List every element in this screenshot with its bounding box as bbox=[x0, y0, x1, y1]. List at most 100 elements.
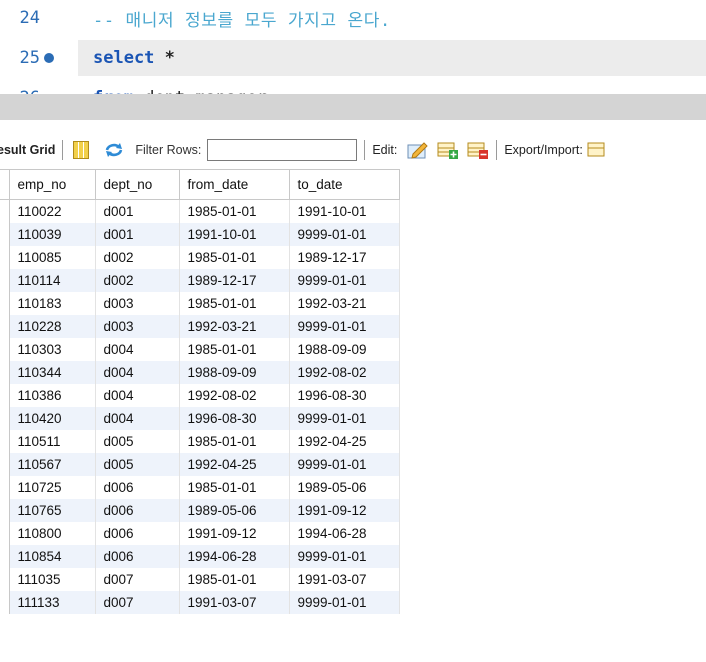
export-icon[interactable] bbox=[587, 140, 609, 160]
cell-dept-no[interactable]: d006 bbox=[95, 475, 180, 499]
cell-emp-no[interactable]: 110765 bbox=[9, 498, 96, 522]
cell-emp-no[interactable]: 110228 bbox=[9, 314, 96, 338]
cell-emp-no[interactable]: 111133 bbox=[9, 590, 96, 614]
row-selector[interactable] bbox=[0, 406, 10, 430]
table-row[interactable]: 110800 d006 1991-09-12 1994-06-28 bbox=[0, 521, 400, 545]
table-row[interactable]: 111133 d007 1991-03-07 9999-01-01 bbox=[0, 590, 400, 614]
cell-to-date[interactable]: 1991-03-07 bbox=[289, 567, 400, 591]
column-header-from-date[interactable]: from_date bbox=[178, 169, 290, 200]
cell-dept-no[interactable]: d005 bbox=[95, 452, 180, 476]
editor-line-24[interactable]: 24 -- 매니저 정보를 모두 가지고 온다. bbox=[0, 0, 706, 36]
cell-emp-no[interactable]: 110022 bbox=[9, 199, 96, 223]
table-row[interactable]: 110344 d004 1988-09-09 1992-08-02 bbox=[0, 360, 400, 384]
table-row[interactable]: 110854 d006 1994-06-28 9999-01-01 bbox=[0, 544, 400, 568]
cell-from-date[interactable]: 1985-01-01 bbox=[179, 245, 290, 269]
row-selector[interactable] bbox=[0, 383, 10, 407]
row-selector-header[interactable] bbox=[0, 169, 10, 200]
cell-to-date[interactable]: 1992-08-02 bbox=[289, 360, 400, 384]
cell-emp-no[interactable]: 110085 bbox=[9, 245, 96, 269]
row-selector[interactable] bbox=[0, 268, 10, 292]
cell-from-date[interactable]: 1991-03-07 bbox=[179, 590, 290, 614]
cell-to-date[interactable]: 9999-01-01 bbox=[289, 406, 400, 430]
cell-to-date[interactable]: 9999-01-01 bbox=[289, 452, 400, 476]
cell-emp-no[interactable]: 110386 bbox=[9, 383, 96, 407]
cell-emp-no[interactable]: 110854 bbox=[9, 544, 96, 568]
cell-from-date[interactable]: 1989-12-17 bbox=[179, 268, 290, 292]
row-selector[interactable] bbox=[0, 314, 10, 338]
cell-to-date[interactable]: 9999-01-01 bbox=[289, 590, 400, 614]
cell-dept-no[interactable]: d001 bbox=[95, 222, 180, 246]
cell-to-date[interactable]: 9999-01-01 bbox=[289, 222, 400, 246]
table-row[interactable]: 110085 d002 1985-01-01 1989-12-17 bbox=[0, 245, 400, 269]
cell-dept-no[interactable]: d004 bbox=[95, 383, 180, 407]
cell-from-date[interactable]: 1992-08-02 bbox=[179, 383, 290, 407]
cell-from-date[interactable]: 1985-01-01 bbox=[179, 475, 290, 499]
cell-dept-no[interactable]: d004 bbox=[95, 406, 180, 430]
cell-to-date[interactable]: 9999-01-01 bbox=[289, 268, 400, 292]
cell-dept-no[interactable]: d003 bbox=[95, 314, 180, 338]
cell-from-date[interactable]: 1985-01-01 bbox=[179, 429, 290, 453]
cell-emp-no[interactable]: 110725 bbox=[9, 475, 96, 499]
cell-from-date[interactable]: 1985-01-01 bbox=[179, 567, 290, 591]
sql-editor[interactable]: 24 -- 매니저 정보를 모두 가지고 온다. 25 select * 26 … bbox=[0, 0, 706, 94]
cell-dept-no[interactable]: d003 bbox=[95, 291, 180, 315]
table-row[interactable]: 110022 d001 1985-01-01 1991-10-01 bbox=[0, 199, 400, 223]
row-selector[interactable] bbox=[0, 222, 10, 246]
cell-from-date[interactable]: 1996-08-30 bbox=[179, 406, 290, 430]
row-selector[interactable] bbox=[0, 544, 10, 568]
row-selector[interactable] bbox=[0, 291, 10, 315]
cell-dept-no[interactable]: d007 bbox=[95, 567, 180, 591]
table-row[interactable]: 110725 d006 1985-01-01 1989-05-06 bbox=[0, 475, 400, 499]
table-row[interactable]: 110303 d004 1985-01-01 1988-09-09 bbox=[0, 337, 400, 361]
cell-emp-no[interactable]: 110183 bbox=[9, 291, 96, 315]
filter-rows-input[interactable] bbox=[207, 139, 358, 161]
row-selector[interactable] bbox=[0, 245, 10, 269]
cell-from-date[interactable]: 1985-01-01 bbox=[179, 337, 290, 361]
cell-emp-no[interactable]: 110114 bbox=[9, 268, 96, 292]
column-header-to-date[interactable]: to_date bbox=[288, 169, 400, 200]
cell-from-date[interactable]: 1988-09-09 bbox=[179, 360, 290, 384]
table-row[interactable]: 110386 d004 1992-08-02 1996-08-30 bbox=[0, 383, 400, 407]
cell-to-date[interactable]: 1994-06-28 bbox=[289, 521, 400, 545]
cell-dept-no[interactable]: d002 bbox=[95, 245, 180, 269]
row-selector[interactable] bbox=[0, 429, 10, 453]
table-row[interactable]: 110183 d003 1985-01-01 1992-03-21 bbox=[0, 291, 400, 315]
row-selector[interactable] bbox=[0, 498, 10, 522]
table-row[interactable]: 110765 d006 1989-05-06 1991-09-12 bbox=[0, 498, 400, 522]
column-header-emp-no[interactable]: emp_no bbox=[8, 169, 96, 200]
cell-to-date[interactable]: 1996-08-30 bbox=[289, 383, 400, 407]
cell-to-date[interactable]: 1989-05-06 bbox=[289, 475, 400, 499]
cell-dept-no[interactable]: d002 bbox=[95, 268, 180, 292]
cell-from-date[interactable]: 1994-06-28 bbox=[179, 544, 290, 568]
cell-to-date[interactable]: 1992-04-25 bbox=[289, 429, 400, 453]
cell-dept-no[interactable]: d006 bbox=[95, 521, 180, 545]
cell-to-date[interactable]: 1992-03-21 bbox=[289, 291, 400, 315]
cell-to-date[interactable]: 1991-10-01 bbox=[289, 199, 400, 223]
cell-to-date[interactable]: 1988-09-09 bbox=[289, 337, 400, 361]
cell-from-date[interactable]: 1985-01-01 bbox=[179, 291, 290, 315]
editor-line-26[interactable]: 26 from dept_manager bbox=[0, 80, 706, 94]
cell-emp-no[interactable]: 110511 bbox=[9, 429, 96, 453]
row-selector[interactable] bbox=[0, 567, 10, 591]
cell-emp-no[interactable]: 111035 bbox=[9, 567, 96, 591]
row-selector[interactable] bbox=[0, 521, 10, 545]
table-row[interactable]: 110114 d002 1989-12-17 9999-01-01 bbox=[0, 268, 400, 292]
cell-emp-no[interactable]: 110344 bbox=[9, 360, 96, 384]
cell-from-date[interactable]: 1985-01-01 bbox=[179, 199, 290, 223]
refresh-icon[interactable] bbox=[103, 141, 125, 159]
result-grid[interactable]: emp_no dept_no from_date to_date 110022 d… bbox=[0, 169, 706, 662]
table-row[interactable]: 110420 d004 1996-08-30 9999-01-01 bbox=[0, 406, 400, 430]
cell-emp-no[interactable]: 110567 bbox=[9, 452, 96, 476]
row-selector[interactable] bbox=[0, 475, 10, 499]
column-header-dept-no[interactable]: dept_no bbox=[94, 169, 180, 200]
table-row[interactable]: 110567 d005 1992-04-25 9999-01-01 bbox=[0, 452, 400, 476]
cell-dept-no[interactable]: d004 bbox=[95, 337, 180, 361]
row-selector[interactable] bbox=[0, 360, 10, 384]
row-selector[interactable] bbox=[0, 452, 10, 476]
cell-emp-no[interactable]: 110420 bbox=[9, 406, 96, 430]
cell-to-date[interactable]: 1991-09-12 bbox=[289, 498, 400, 522]
cell-dept-no[interactable]: d007 bbox=[95, 590, 180, 614]
cell-dept-no[interactable]: d004 bbox=[95, 360, 180, 384]
edit-cell-icon[interactable] bbox=[407, 140, 429, 160]
table-row[interactable]: 110511 d005 1985-01-01 1992-04-25 bbox=[0, 429, 400, 453]
